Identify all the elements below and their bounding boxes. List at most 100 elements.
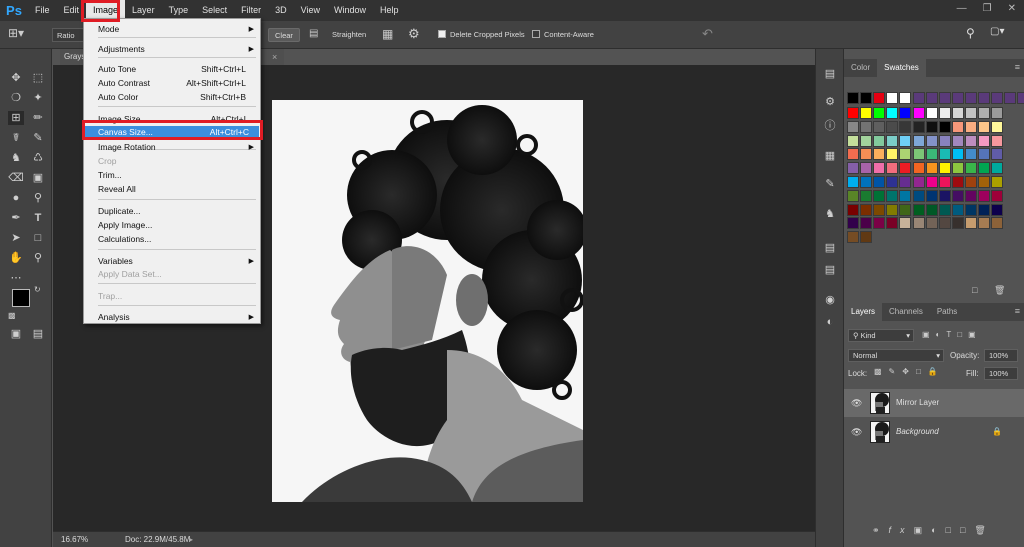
swatch[interactable] xyxy=(847,162,859,175)
swatch[interactable] xyxy=(899,134,912,147)
content-aware-checkbox[interactable]: Content-Aware xyxy=(532,28,594,42)
swatch[interactable] xyxy=(964,189,977,202)
menu-item-calculations[interactable]: Calculations... xyxy=(98,233,256,246)
healing-brush-tool-icon[interactable]: ☤ xyxy=(8,131,24,145)
swatch[interactable] xyxy=(912,176,925,188)
swatch[interactable] xyxy=(938,107,951,119)
swatch[interactable] xyxy=(951,107,964,119)
swatch[interactable] xyxy=(951,217,964,230)
swatch[interactable] xyxy=(964,120,977,133)
swatch[interactable] xyxy=(991,203,1004,216)
menu-item-trap[interactable]: Trap... xyxy=(98,290,256,303)
swatch[interactable] xyxy=(951,134,964,147)
swatch[interactable] xyxy=(938,162,951,175)
swatch[interactable] xyxy=(912,162,925,175)
swatch[interactable] xyxy=(886,92,899,104)
properties-panel-icon[interactable]: ⚙ xyxy=(823,95,837,109)
brush-tool-icon[interactable]: ✎ xyxy=(30,131,46,145)
screen-mode-icon[interactable]: ▤ xyxy=(30,327,46,341)
swatch[interactable] xyxy=(886,162,899,175)
swatch[interactable] xyxy=(847,134,859,147)
swatch[interactable] xyxy=(925,176,938,188)
tab-color[interactable]: Color xyxy=(844,59,877,77)
menu-item-variables[interactable]: Variables ▶ xyxy=(98,255,256,268)
clone-stamp-tool-icon[interactable]: ♞ xyxy=(8,151,24,165)
swatch[interactable] xyxy=(847,231,859,244)
path-selection-tool-icon[interactable]: ➤ xyxy=(8,231,24,245)
swatch[interactable] xyxy=(925,148,938,161)
swatch[interactable] xyxy=(873,120,886,133)
blend-mode-select[interactable]: Normal ▾ xyxy=(848,349,944,362)
swatch[interactable] xyxy=(860,217,873,230)
history-panel-icon[interactable]: ▤ xyxy=(823,67,837,81)
doc-size-info[interactable]: Doc: 22.9M/45.8M xyxy=(125,532,190,547)
swatch[interactable] xyxy=(951,203,964,216)
close-icon[interactable]: ✕ xyxy=(1008,3,1016,14)
new-swatch-icon[interactable]: □ xyxy=(972,285,982,295)
menu-item-duplicate[interactable]: Duplicate... xyxy=(98,205,256,218)
swatch[interactable] xyxy=(860,203,873,216)
swatch[interactable] xyxy=(978,148,990,161)
swatch[interactable] xyxy=(938,148,951,161)
lock-icons[interactable]: ▩✎✥□🔒 xyxy=(874,367,950,379)
swatch[interactable] xyxy=(873,203,886,216)
swatch[interactable] xyxy=(873,134,886,147)
menu-item-apply-image[interactable]: Apply Image... xyxy=(98,219,256,232)
swatch[interactable] xyxy=(978,120,990,133)
swatch[interactable] xyxy=(938,217,951,230)
ratio-select[interactable]: Ratio xyxy=(52,28,86,42)
swatch[interactable] xyxy=(886,189,899,202)
hand-tool-icon[interactable]: ✋ xyxy=(8,251,24,265)
menu-view[interactable]: View xyxy=(294,0,327,21)
default-colors-icon[interactable]: ▩ xyxy=(8,311,18,321)
swatch[interactable] xyxy=(847,148,859,161)
brush-panel-icon[interactable]: ✎ xyxy=(823,177,837,191)
status-arrow-icon[interactable]: ▸ xyxy=(189,532,193,547)
swatch[interactable] xyxy=(912,92,925,104)
swatch[interactable] xyxy=(886,134,899,147)
workspace-icon[interactable]: ▢▾ xyxy=(990,26,1014,42)
gear-icon[interactable]: ⚙ xyxy=(408,26,422,41)
layer-name[interactable]: Mirror Layer xyxy=(896,389,939,417)
zoom-tool-icon[interactable]: ⚲ xyxy=(30,251,46,265)
swatch[interactable] xyxy=(873,92,886,104)
swatch[interactable] xyxy=(899,176,912,188)
glyphs-panel-icon[interactable]: ▤ xyxy=(823,263,837,277)
swatch[interactable] xyxy=(899,120,912,133)
menu-item-apply-data-set[interactable]: Apply Data Set... xyxy=(98,268,256,281)
swatch[interactable] xyxy=(912,134,925,147)
blur-tool-icon[interactable]: ● xyxy=(8,191,24,205)
swatch[interactable] xyxy=(964,148,977,161)
swatch[interactable] xyxy=(938,92,951,104)
swatch[interactable] xyxy=(991,134,1004,147)
info-panel-icon[interactable]: ⓘ xyxy=(823,119,837,133)
swatch[interactable] xyxy=(951,148,964,161)
adjustments-panel-icon[interactable]: ◐ xyxy=(823,315,837,329)
swatch[interactable] xyxy=(873,217,886,230)
grid-overlay-icon[interactable]: ▦ xyxy=(382,27,396,41)
swatch[interactable] xyxy=(938,134,951,147)
menu-file[interactable]: File xyxy=(28,0,57,21)
swatch[interactable] xyxy=(991,120,1004,133)
lasso-tool-icon[interactable]: ❍ xyxy=(8,91,24,105)
restore-icon[interactable]: ❐ xyxy=(983,3,992,14)
pen-tool-icon[interactable]: ✒ xyxy=(8,211,24,225)
swatch[interactable] xyxy=(964,217,977,230)
character-panel-icon[interactable]: ▦ xyxy=(823,149,837,163)
swatch[interactable] xyxy=(925,92,938,104)
swatch[interactable] xyxy=(899,107,912,119)
swatch[interactable] xyxy=(951,189,964,202)
swatch[interactable] xyxy=(925,203,938,216)
swatch[interactable] xyxy=(964,107,977,119)
swatch[interactable] xyxy=(847,107,859,119)
menu-item-auto-tone[interactable]: Auto Tone Shift+Ctrl+L xyxy=(98,63,256,76)
swatch[interactable] xyxy=(886,120,899,133)
layer-actions-bar[interactable]: ⚭fx▣◐□□🗑 xyxy=(872,525,1022,539)
swatch[interactable] xyxy=(860,231,873,244)
swatch[interactable] xyxy=(847,120,859,133)
swatch[interactable] xyxy=(978,189,990,202)
swatch[interactable] xyxy=(991,189,1004,202)
swatch[interactable] xyxy=(899,189,912,202)
search-icon[interactable]: ⚲ xyxy=(966,26,980,42)
type-tool-icon[interactable]: T xyxy=(30,211,46,225)
